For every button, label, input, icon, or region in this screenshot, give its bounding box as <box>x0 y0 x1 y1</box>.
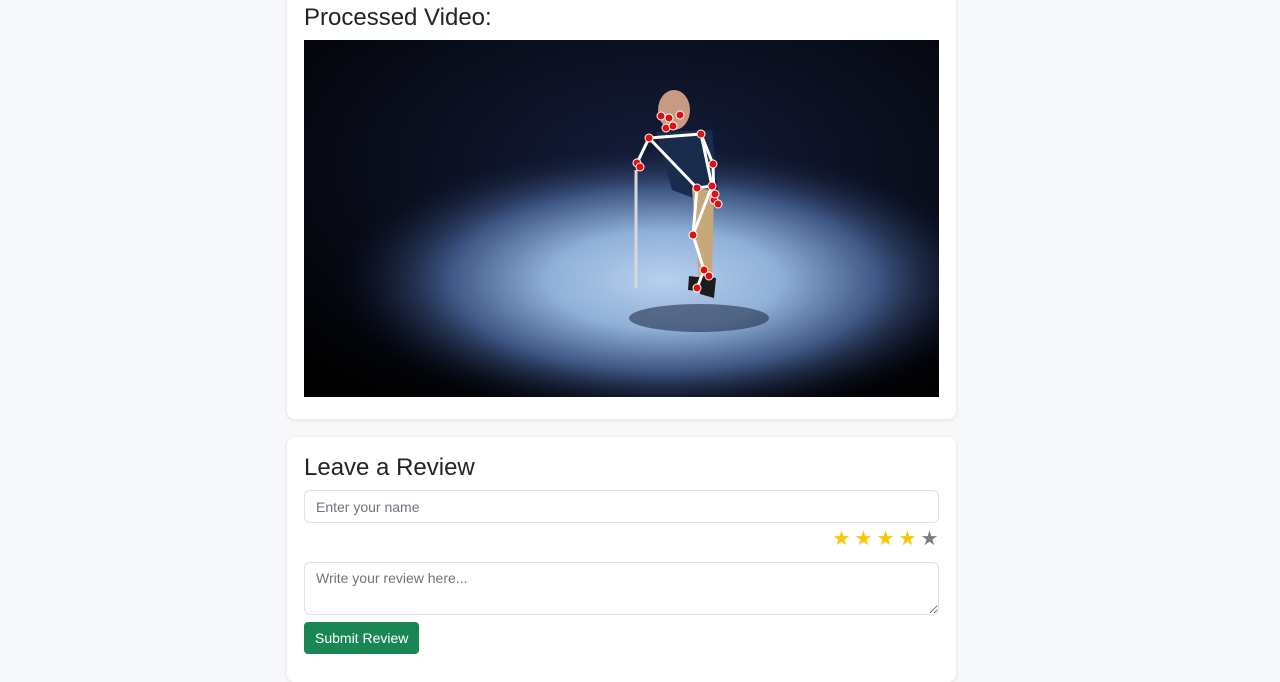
pose-estimation-frame <box>304 40 939 397</box>
processed-video-player[interactable] <box>304 40 939 397</box>
processed-video-card: Processed Video: <box>287 0 956 419</box>
submit-review-button[interactable]: Submit Review <box>304 622 420 654</box>
star-icon[interactable]: ★ <box>898 528 917 550</box>
review-card: Leave a Review ★★★★★ Submit Review <box>287 437 956 682</box>
star-rating[interactable]: ★ ★ ★ ★ ★ <box>832 528 939 550</box>
name-input[interactable] <box>304 490 939 523</box>
star-icon[interactable]: ★ <box>832 528 851 550</box>
star-icon[interactable]: ★ <box>920 528 939 550</box>
review-title: Leave a Review <box>304 454 475 481</box>
star-icon[interactable]: ★ <box>854 528 873 550</box>
star-icon[interactable]: ★ <box>876 528 895 550</box>
review-textarea[interactable] <box>304 562 939 615</box>
processed-video-title: Processed Video: <box>304 4 492 31</box>
